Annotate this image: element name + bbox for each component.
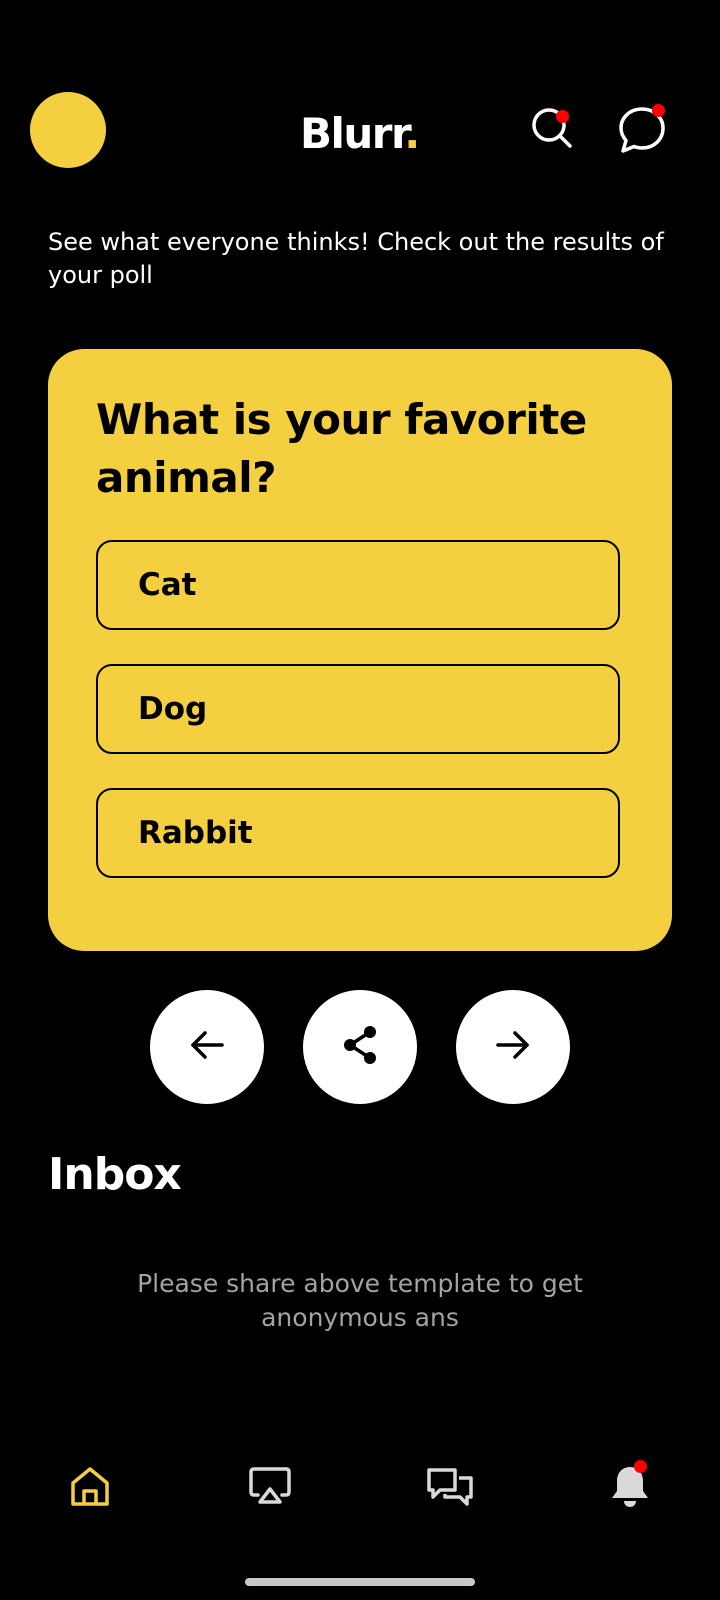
poll-card: What is your favorite animal? Cat Dog Ra… [48,349,672,951]
nav-notifications[interactable] [598,1456,662,1520]
home-icon [68,1464,112,1512]
nav-airplay[interactable] [238,1456,302,1520]
previous-button[interactable] [150,990,264,1104]
avatar[interactable] [30,92,106,168]
poll-option-label: Dog [138,691,208,727]
poll-results-subtitle: See what everyone thinks! Check out the … [48,228,664,289]
inbox-empty-message: Please share above template to get anony… [137,1269,583,1332]
nav-conversations[interactable] [418,1456,482,1520]
poll-option-cat[interactable]: Cat [96,540,620,630]
bell-notification-dot [634,1460,647,1473]
share-icon [340,1024,380,1070]
poll-option-label: Cat [138,567,197,603]
airplay-icon [247,1465,293,1511]
poll-question: What is your favorite animal? [96,395,587,502]
poll-option-dog[interactable]: Dog [96,664,620,754]
poll-option-label: Rabbit [138,815,253,851]
arrow-right-icon [493,1025,533,1069]
messages-button[interactable] [614,102,670,158]
inbox-title: Inbox [48,1149,182,1200]
next-button[interactable] [456,990,570,1104]
share-button[interactable] [303,990,417,1104]
nav-home[interactable] [58,1456,122,1520]
search-notification-dot [556,110,569,123]
poll-option-rabbit[interactable]: Rabbit [96,788,620,878]
logo-text: Blurr [300,109,406,158]
messages-notification-dot [652,104,665,117]
chat-bubbles-icon [425,1464,475,1512]
arrow-left-icon [187,1025,227,1069]
search-button[interactable] [524,100,580,156]
app-logo: Blurr. [300,106,430,162]
home-indicator [245,1578,475,1586]
logo-dot: . [404,109,420,158]
